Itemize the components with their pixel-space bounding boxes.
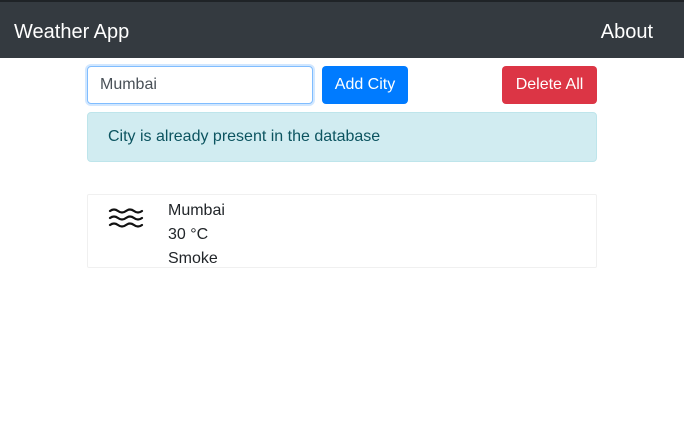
add-city-button[interactable]: Add City [322,66,408,104]
weather-card: Mumbai 30 °C Smoke [87,194,597,268]
delete-all-button[interactable]: Delete All [502,66,597,104]
weather-details: Mumbai 30 °C Smoke [168,199,225,271]
temperature: 30 °C [168,226,209,243]
city-name: Mumbai [168,202,225,219]
navbar: Weather App About [0,0,684,58]
smoke-haze-icon [108,207,146,233]
about-link[interactable]: About [601,20,653,44]
city-input[interactable] [87,66,313,104]
weather-condition: Smoke [168,250,218,267]
info-alert: City is already present in the database [87,112,597,162]
brand-link[interactable]: Weather App [14,20,129,44]
